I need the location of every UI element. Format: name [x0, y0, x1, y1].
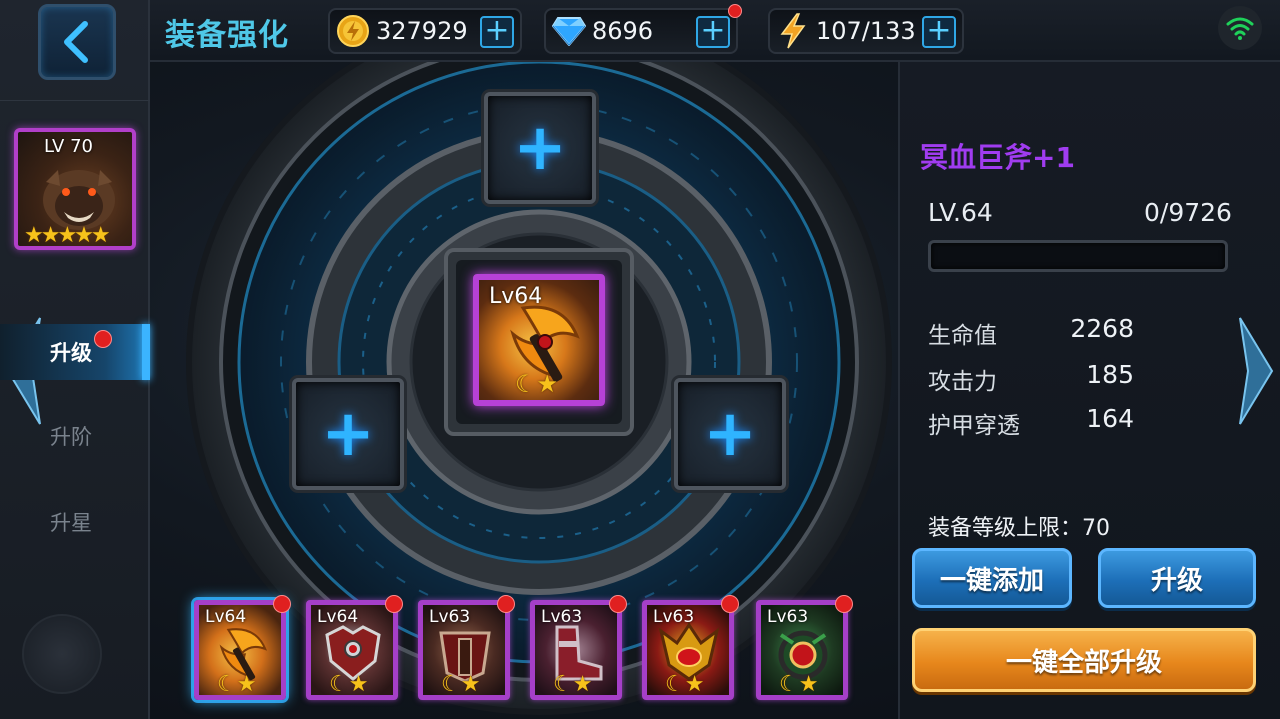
- item-stars: ☾★: [329, 672, 369, 697]
- notification-dot: [273, 595, 291, 613]
- auto-add-label: 一键添加: [939, 565, 1044, 596]
- diamond-icon: [550, 12, 588, 50]
- auto-add-button[interactable]: 一键添加: [912, 548, 1072, 608]
- notification-dot: [385, 595, 403, 613]
- divider: [0, 100, 150, 101]
- item-level: Lv63: [541, 607, 583, 627]
- material-slot-top[interactable]: +: [484, 92, 596, 204]
- hero-stars: ★★★★★: [24, 223, 111, 248]
- tab-advance-label: 升阶: [50, 425, 92, 449]
- level-cap-text: 装备等级上限：70: [928, 516, 1110, 541]
- energy-value: 107/133: [816, 17, 916, 45]
- item-stars: ☾★: [217, 672, 257, 697]
- gold-counter: 327929 +: [328, 8, 522, 54]
- notification-dot: [728, 4, 742, 18]
- tab-upgrade-label: 升级: [50, 341, 92, 365]
- lightning-icon: [774, 12, 812, 50]
- stat-value: 164: [1086, 404, 1134, 433]
- exp-value: 0/9726: [1144, 198, 1232, 227]
- item-stars: ☾★: [665, 672, 705, 697]
- item-stars: ☾★: [441, 672, 481, 697]
- notification-dot: [497, 595, 515, 613]
- tab-star-up-label: 升星: [50, 511, 92, 535]
- material-slot-left[interactable]: +: [292, 378, 404, 490]
- notification-dot: [721, 595, 739, 613]
- item-stars: ☾★: [779, 672, 819, 697]
- item-level: Lv63: [767, 607, 809, 627]
- tab-star-up[interactable]: 升星: [0, 494, 150, 550]
- upgrade-label: 升级: [1150, 565, 1203, 596]
- inventory-item[interactable]: Lv64 ☾★: [194, 595, 291, 700]
- right-arrow-icon: [1239, 317, 1274, 425]
- item-stars: ☾★: [553, 672, 593, 697]
- back-button[interactable]: [38, 4, 116, 80]
- back-arrow-icon: [64, 21, 88, 63]
- gold-value: 327929: [376, 17, 468, 45]
- add-diamond-button[interactable]: +: [696, 16, 730, 48]
- tab-advance[interactable]: 升阶: [0, 408, 150, 464]
- diamond-value: 8696: [592, 17, 654, 45]
- upgrade-all-label: 一键全部升级: [1005, 647, 1162, 678]
- selected-equipment[interactable]: Lv64 ☾★: [473, 274, 605, 406]
- item-level-label: LV.64: [928, 198, 993, 227]
- inventory-item[interactable]: Lv64 ☾★: [306, 595, 403, 700]
- wifi-status: [1218, 6, 1262, 50]
- hero-portrait[interactable]: LV 70 ★★★★★: [14, 128, 136, 250]
- page-title: 装备强化: [165, 18, 289, 53]
- stat-value: 185: [1086, 360, 1134, 389]
- item-name: 冥血巨斧+1: [920, 141, 1075, 174]
- joystick-button[interactable]: [22, 614, 102, 694]
- wifi-icon: [1226, 17, 1254, 40]
- material-slot-right[interactable]: +: [674, 378, 786, 490]
- stat-value: 2268: [1070, 314, 1134, 343]
- inventory-item[interactable]: Lv63 ☾★: [756, 595, 853, 700]
- next-item-arrow[interactable]: [1236, 316, 1276, 430]
- inventory-item[interactable]: Lv63 ☾★: [418, 595, 515, 700]
- notification-dot: [94, 330, 112, 348]
- inventory-item[interactable]: Lv63 ☾★: [530, 595, 627, 700]
- exp-progress-bar: [928, 240, 1228, 272]
- stat-label: 攻击力: [928, 369, 997, 395]
- hero-level: LV 70: [44, 136, 93, 157]
- beast-hero-art: [43, 170, 115, 230]
- plus-icon: +: [703, 397, 757, 471]
- notification-dot: [609, 595, 627, 613]
- add-energy-button[interactable]: +: [922, 16, 956, 48]
- upgrade-all-button[interactable]: 一键全部升级: [912, 628, 1256, 692]
- diamond-counter: 8696 +: [544, 4, 742, 54]
- item-stars: ☾★: [515, 370, 559, 398]
- gold-coin-icon: [334, 12, 372, 50]
- tab-upgrade[interactable]: 升级: [0, 324, 150, 380]
- item-level: Lv64: [489, 284, 543, 309]
- plus-icon: +: [513, 111, 567, 185]
- upgrade-button[interactable]: 升级: [1098, 548, 1256, 608]
- energy-counter: 107/133 +: [768, 8, 964, 54]
- stat-label: 护甲穿透: [928, 413, 1020, 439]
- stat-label: 生命值: [928, 323, 997, 349]
- add-gold-button[interactable]: +: [480, 16, 514, 48]
- item-level: Lv64: [205, 607, 247, 627]
- item-level: Lv63: [653, 607, 695, 627]
- plus-icon: +: [321, 397, 375, 471]
- notification-dot: [835, 595, 853, 613]
- inventory-item[interactable]: Lv63 ☾★: [642, 595, 739, 700]
- item-level: Lv63: [429, 607, 471, 627]
- item-level: Lv64: [317, 607, 359, 627]
